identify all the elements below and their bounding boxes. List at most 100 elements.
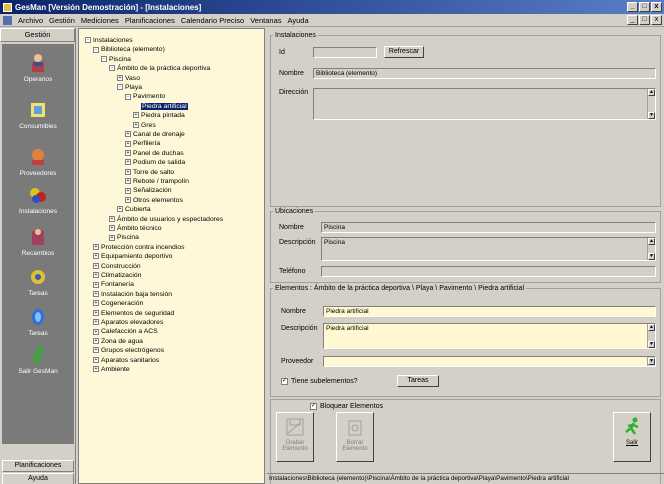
tree-node[interactable]: - Playa bbox=[117, 84, 142, 92]
tree-node[interactable]: Piedra artificial bbox=[133, 102, 188, 111]
tree-node[interactable]: + Zona de agua bbox=[93, 338, 143, 346]
location-description-field[interactable]: Piscina ▲ ▼ bbox=[321, 237, 656, 261]
expand-icon[interactable]: + bbox=[109, 215, 115, 222]
tree-node[interactable]: + Señalización bbox=[125, 187, 172, 195]
expand-icon[interactable]: + bbox=[93, 281, 99, 288]
expand-icon[interactable]: + bbox=[93, 262, 99, 269]
tree-node[interactable]: + Otros elementos bbox=[125, 197, 183, 205]
tree-node[interactable]: + Gres bbox=[133, 122, 156, 130]
sidebar-item-consumibles[interactable]: Consumibles bbox=[2, 99, 74, 130]
delete-element-button[interactable]: Borrar Elemento bbox=[336, 412, 374, 462]
tree-node[interactable]: + Perfilería bbox=[125, 140, 160, 148]
maximize-button[interactable]: □ bbox=[639, 2, 650, 12]
tree-node[interactable]: + Ámbito de usuarios y espectadores bbox=[109, 216, 223, 224]
tree-node[interactable]: + Rebote / trampolín bbox=[125, 178, 189, 186]
scroll-up-icon[interactable]: ▲ bbox=[648, 324, 655, 331]
scroll-up-icon[interactable]: ▲ bbox=[648, 238, 655, 245]
tree-node[interactable]: + Piedra pintada bbox=[133, 112, 185, 120]
expand-icon[interactable]: + bbox=[93, 347, 99, 354]
expand-icon[interactable]: + bbox=[93, 328, 99, 335]
menu-calendario[interactable]: Calendario Preciso bbox=[178, 16, 247, 25]
menu-gestion[interactable]: Gestión bbox=[46, 16, 78, 25]
supplier-dropdown-arrow[interactable]: ▼ bbox=[647, 357, 655, 366]
lock-elements-checkbox[interactable]: ✓ bbox=[310, 403, 317, 410]
mdi-close-button[interactable]: x bbox=[651, 15, 662, 25]
tree-node[interactable]: + Protección contra incendios bbox=[93, 244, 185, 252]
expand-icon[interactable]: + bbox=[133, 121, 139, 128]
expand-icon[interactable]: + bbox=[125, 131, 131, 138]
expand-icon[interactable]: + bbox=[93, 253, 99, 260]
tree-node[interactable]: + Instalación baja tensión bbox=[93, 291, 172, 299]
expand-icon[interactable]: + bbox=[125, 187, 131, 194]
expand-icon[interactable]: + bbox=[93, 291, 99, 297]
expand-icon[interactable]: + bbox=[93, 244, 99, 250]
collapse-icon[interactable]: - bbox=[85, 37, 91, 44]
sidebar-item-instalaciones[interactable]: Instalaciones bbox=[2, 184, 74, 215]
tree-node[interactable]: + Ambiente bbox=[93, 366, 130, 374]
tree-node[interactable]: + Piscina bbox=[109, 234, 139, 242]
tree-node[interactable]: + Torre de salto bbox=[125, 169, 174, 177]
tree-node[interactable]: + Grupos electrógenos bbox=[93, 347, 164, 355]
expand-icon[interactable]: + bbox=[93, 366, 99, 373]
menu-mediciones[interactable]: Mediciones bbox=[78, 16, 122, 25]
tree-node[interactable]: - Piscina bbox=[101, 56, 131, 64]
tree-node[interactable]: + Elementos de seguridad bbox=[93, 310, 174, 318]
scroll-down-icon[interactable]: ▼ bbox=[648, 253, 655, 260]
sidebar-item-recambios[interactable]: Recambios bbox=[2, 226, 74, 257]
expand-icon[interactable]: + bbox=[125, 150, 131, 156]
tree-node[interactable]: + Equipamiento deportivo bbox=[93, 253, 172, 261]
collapse-icon[interactable]: - bbox=[101, 56, 107, 62]
sidebar-ayuda-button[interactable]: Ayuda bbox=[2, 473, 74, 484]
save-element-button[interactable]: Grabar Elemento bbox=[276, 412, 314, 462]
tree-node[interactable]: + Aparatos sanitarios bbox=[93, 357, 159, 365]
chevron-down-icon[interactable]: ▼ bbox=[648, 358, 655, 365]
element-description-field[interactable]: Piedra artificial ▲ ▼ bbox=[323, 323, 656, 349]
id-field[interactable] bbox=[313, 47, 377, 58]
scroll-down-icon[interactable]: ▼ bbox=[648, 341, 655, 348]
menu-ayuda[interactable]: Ayuda bbox=[285, 16, 312, 25]
tree-node[interactable]: + Ámbito técnico bbox=[109, 225, 162, 233]
collapse-icon[interactable]: - bbox=[93, 46, 99, 53]
tree-node[interactable]: - Instalaciones bbox=[85, 37, 133, 45]
scroll-down-icon[interactable]: ▼ bbox=[648, 112, 655, 119]
expand-icon[interactable]: + bbox=[93, 309, 99, 316]
close-button[interactable]: x bbox=[651, 2, 662, 12]
location-name-field[interactable]: Piscina bbox=[321, 222, 656, 233]
tree-node[interactable]: + Canal de drenaje bbox=[125, 131, 185, 139]
refresh-button[interactable]: Refrescar bbox=[384, 46, 424, 58]
expand-icon[interactable]: + bbox=[117, 74, 123, 81]
menu-planificaciones[interactable]: Planificaciones bbox=[122, 16, 178, 25]
tasks-button[interactable]: Tareas bbox=[397, 375, 439, 387]
location-description-scrollbar[interactable]: ▲ ▼ bbox=[647, 238, 655, 260]
tree-node[interactable]: - Biblioteca (elemento) bbox=[93, 46, 165, 54]
expand-icon[interactable]: + bbox=[125, 197, 131, 203]
sidebar-planificaciones-button[interactable]: Planificaciones bbox=[2, 460, 74, 472]
expand-icon[interactable]: + bbox=[109, 234, 115, 241]
sidebar-item-salir[interactable]: Salir GesMan bbox=[2, 344, 74, 375]
expand-icon[interactable]: + bbox=[125, 168, 131, 175]
sidebar-item-operarios[interactable]: Operarios bbox=[2, 52, 74, 83]
address-field[interactable]: ▲ ▼ bbox=[313, 88, 656, 120]
tree-node[interactable]: + Climatización bbox=[93, 272, 141, 280]
menu-archivo[interactable]: Archivo bbox=[15, 16, 46, 25]
mdi-restore-button[interactable]: □ bbox=[639, 15, 650, 25]
tree-node[interactable]: - Pavimento bbox=[125, 93, 165, 101]
expand-icon[interactable]: + bbox=[125, 159, 131, 166]
installation-name-field[interactable]: Biblioteca (elemento) bbox=[313, 68, 656, 79]
collapse-icon[interactable]: - bbox=[109, 65, 115, 72]
tree-node[interactable]: + Panel de duchas bbox=[125, 150, 184, 158]
element-description-scrollbar[interactable]: ▲ ▼ bbox=[647, 324, 655, 348]
tree-node[interactable]: + Cogeneración bbox=[93, 300, 143, 308]
address-scrollbar[interactable]: ▲ ▼ bbox=[647, 89, 655, 119]
tree-node[interactable]: - Ámbito de la práctica deportiva bbox=[109, 65, 210, 73]
supplier-dropdown[interactable]: ▼ bbox=[323, 356, 656, 367]
expand-icon[interactable]: + bbox=[117, 206, 123, 213]
expand-icon[interactable]: + bbox=[93, 319, 99, 326]
expand-icon[interactable]: + bbox=[109, 225, 115, 232]
collapse-icon[interactable]: - bbox=[117, 84, 123, 91]
minimize-button[interactable]: _ bbox=[627, 2, 638, 12]
has-subelements-checkbox[interactable]: ✓ bbox=[281, 378, 288, 385]
menu-ventanas[interactable]: Ventanas bbox=[247, 16, 284, 25]
exit-button[interactable]: Salir bbox=[613, 412, 651, 462]
tree-node[interactable]: + Construcción bbox=[93, 263, 141, 271]
